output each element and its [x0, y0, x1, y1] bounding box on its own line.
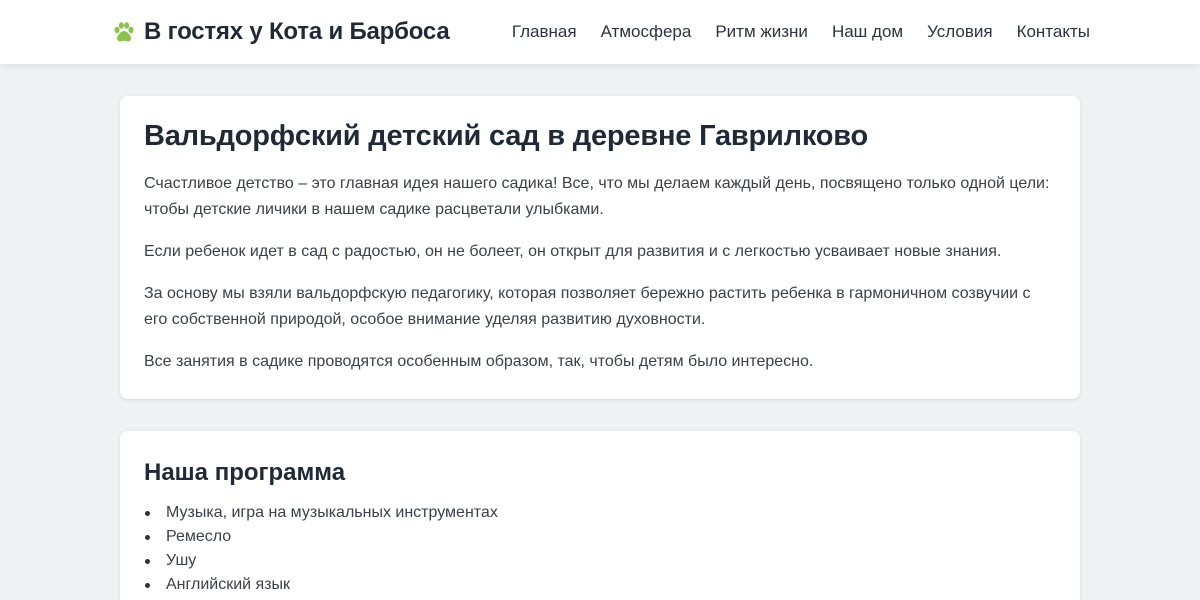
intro-paragraph: За основу мы взяли вальдорфскую педагоги… — [144, 285, 1031, 328]
nav-link-home[interactable]: Главная — [512, 22, 577, 42]
intro-paragraph: Счастливое детство – это главная идея на… — [144, 175, 1050, 218]
paw-icon — [114, 22, 134, 42]
nav-link-atmosphere[interactable]: Атмосфера — [601, 22, 692, 42]
main-content: Вальдорфский детский сад в деревне Гаври… — [120, 96, 1080, 600]
page-title: Вальдорфский детский сад в деревне Гаври… — [144, 120, 869, 152]
header-inner: В гостях у Кота и Барбоса Главная Атмосф… — [110, 0, 1090, 64]
nav-link-rhythm[interactable]: Ритм жизни — [715, 22, 808, 42]
intro-paragraph: Если ребенок идет в сад с радостью, он н… — [144, 243, 1002, 260]
program-list: Музыка, игра на музыкальных инструментах… — [144, 501, 1056, 597]
intro-paragraph: Все занятия в садике проводятся особенны… — [144, 353, 814, 370]
site-header: В гостях у Кота и Барбоса Главная Атмосф… — [0, 0, 1200, 64]
main-nav: Главная Атмосфера Ритм жизни Наш дом Усл… — [488, 22, 1090, 42]
program-title: Наша программа — [144, 459, 346, 486]
brand[interactable]: В гостях у Кота и Барбоса — [112, 18, 450, 46]
site-title[interactable]: В гостях у Кота и Барбоса — [144, 18, 450, 46]
nav-link-conditions[interactable]: Условия — [927, 22, 992, 42]
list-item: Английский язык — [144, 573, 1056, 597]
list-item: Ремесло — [144, 525, 1056, 549]
list-item: Музыка, игра на музыкальных инструментах — [144, 501, 1056, 525]
nav-link-contacts[interactable]: Контакты — [1017, 22, 1090, 42]
program-card: Наша программа Музыка, игра на музыкальн… — [120, 431, 1080, 600]
list-item: Ушу — [144, 549, 1056, 573]
nav-link-our-home[interactable]: Наш дом — [832, 22, 903, 42]
intro-card: Вальдорфский детский сад в деревне Гаври… — [120, 96, 1080, 399]
